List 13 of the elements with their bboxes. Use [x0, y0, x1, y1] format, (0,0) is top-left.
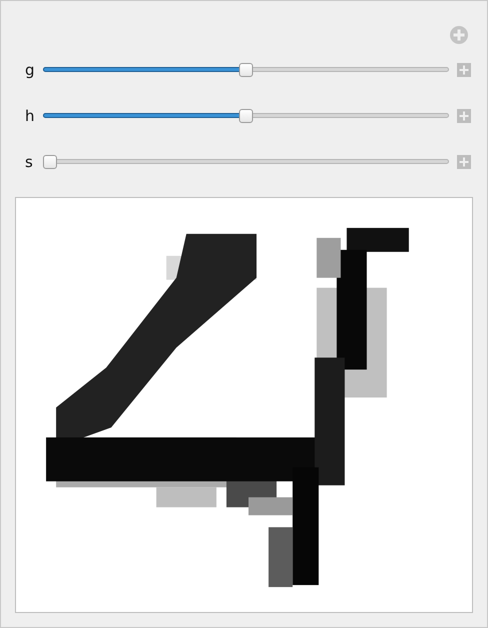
plus-icon[interactable] [457, 155, 471, 169]
slider-label: s [24, 153, 34, 171]
add-icon[interactable] [449, 25, 469, 45]
slider-thumb[interactable] [43, 155, 57, 169]
plus-icon[interactable] [457, 109, 471, 123]
slider-thumb[interactable] [239, 109, 253, 123]
slider-label: g [24, 61, 36, 79]
slider[interactable] [43, 154, 449, 170]
slider[interactable] [43, 108, 449, 124]
slider-label: h [24, 107, 36, 125]
slider-thumb[interactable] [239, 63, 253, 77]
plus-icon[interactable] [457, 63, 471, 77]
slider[interactable] [43, 62, 449, 78]
